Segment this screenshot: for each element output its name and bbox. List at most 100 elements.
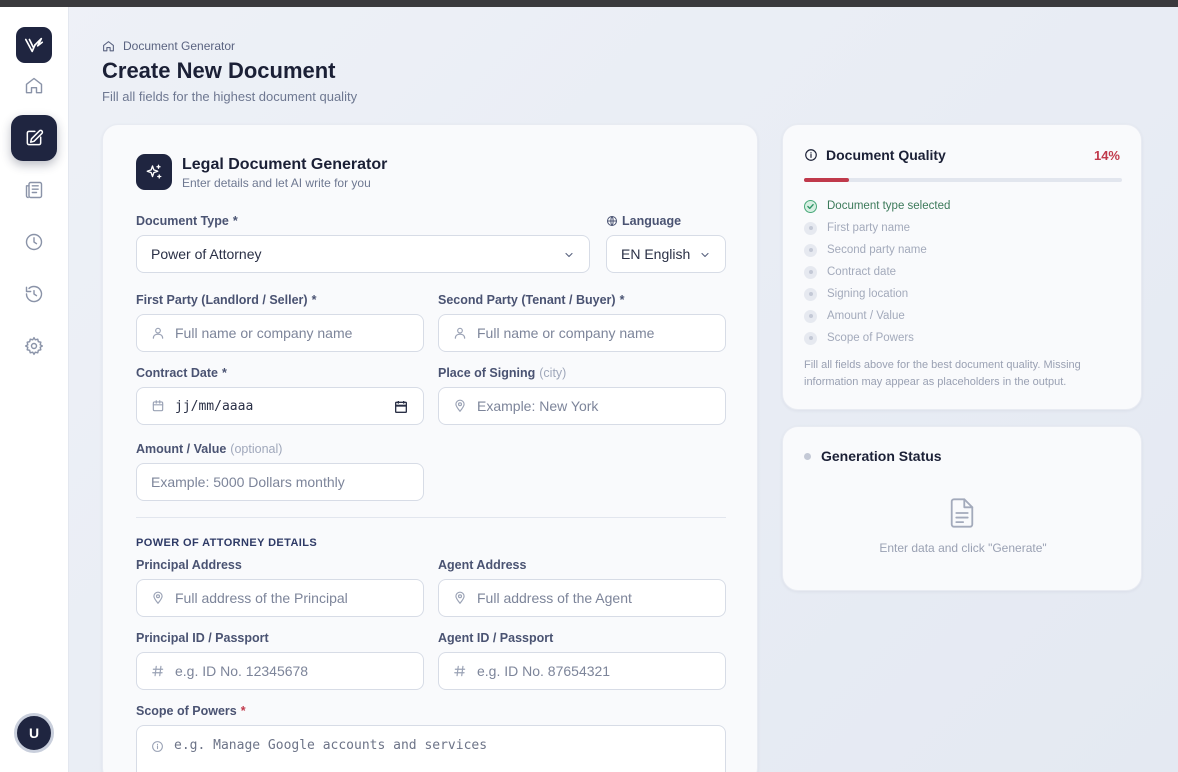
breadcrumb-label: Document Generator <box>123 39 236 53</box>
first-party-placeholder: Full name or company name <box>175 325 353 341</box>
principal-id-label: Principal ID / Passport <box>136 631 269 645</box>
user-avatar[interactable]: U <box>14 713 54 753</box>
sidebar-item-create-document[interactable] <box>11 115 57 161</box>
sidebar-item-documents[interactable] <box>11 167 57 213</box>
pending-dot-icon <box>804 265 817 279</box>
quality-item: First party name <box>804 217 950 239</box>
contract-date-input[interactable]: jj/mm/aaaa <box>136 387 424 425</box>
map-pin-icon <box>453 399 467 413</box>
quality-item-label: First party name <box>827 222 911 234</box>
quality-percent: 14% <box>1093 148 1120 163</box>
hash-icon <box>151 664 165 678</box>
window-top-bar <box>0 0 1178 7</box>
amount-label-text: Amount / Value <box>136 442 227 456</box>
status-dot <box>804 452 811 460</box>
document-form-card: Legal Document Generator Enter details a… <box>102 124 758 772</box>
sidebar-item-recent[interactable] <box>11 219 57 265</box>
first-party-label-text: First Party (Landlord / Seller) <box>136 293 308 307</box>
scope-placeholder: e.g. Manage Google accounts and services <box>174 738 488 753</box>
quality-item-label: Scope of Powers <box>827 332 914 344</box>
language-label: Language <box>606 214 681 228</box>
quality-header: Document Quality <box>804 147 946 163</box>
app-logo[interactable] <box>16 27 52 63</box>
second-party-label-text: Second Party (Tenant / Buyer) <box>438 293 616 307</box>
principal-id-placeholder: e.g. ID No. 12345678 <box>175 663 309 679</box>
first-party-label: First Party (Landlord / Seller) * <box>136 293 316 307</box>
home-icon[interactable] <box>102 40 115 53</box>
sidebar-item-home[interactable] <box>11 63 57 109</box>
quality-item: Amount / Value <box>804 305 950 327</box>
pending-dot-icon <box>804 331 817 345</box>
generator-title: Legal Document Generator <box>182 156 388 173</box>
info-icon <box>805 149 817 161</box>
status-title: Generation Status <box>821 448 942 464</box>
agent-id-placeholder: e.g. ID No. 87654321 <box>477 663 611 679</box>
generator-subtitle: Enter details and let AI write for you <box>182 176 371 190</box>
agent-id-label-text: Agent ID / Passport <box>438 631 554 645</box>
language-select[interactable]: EN English <box>606 235 726 273</box>
language-label-text: Language <box>622 214 682 228</box>
quality-progress-fill <box>804 178 849 182</box>
document-type-label-text: Document Type <box>136 214 229 228</box>
scope-label-text: Scope of Powers <box>136 704 237 718</box>
principal-id-label-text: Principal ID / Passport <box>136 631 269 645</box>
quality-item: Contract date <box>804 261 950 283</box>
sidebar-item-settings[interactable] <box>11 323 57 369</box>
principal-address-input[interactable]: Full address of the Principal <box>136 579 424 617</box>
hash-icon <box>453 664 467 678</box>
section-title: POWER OF ATTORNEY DETAILS <box>136 537 318 549</box>
section-divider <box>136 517 726 518</box>
principal-id-input[interactable]: e.g. ID No. 12345678 <box>136 652 424 690</box>
amount-placeholder: Example: 5000 Dollars monthly <box>151 474 345 490</box>
required-marker: * <box>619 293 625 307</box>
quality-item-label: Contract date <box>827 266 897 278</box>
agent-address-label: Agent Address <box>438 558 526 572</box>
globe-icon <box>607 216 617 226</box>
quality-item: Scope of Powers <box>804 327 950 349</box>
user-icon <box>453 326 467 340</box>
agent-id-label: Agent ID / Passport <box>438 631 553 645</box>
agent-address-input[interactable]: Full address of the Agent <box>438 579 726 617</box>
generation-status-card: Generation Status Enter data and click "… <box>782 426 1142 591</box>
place-hint: (city) <box>539 366 567 380</box>
principal-address-placeholder: Full address of the Principal <box>175 590 348 606</box>
principal-address-label-text: Principal Address <box>136 558 242 572</box>
map-pin-icon <box>453 591 467 605</box>
language-value: EN English <box>621 246 691 262</box>
gear-icon <box>24 336 44 356</box>
first-party-input[interactable]: Full name or company name <box>136 314 424 352</box>
document-type-label: Document Type * <box>136 214 238 228</box>
quality-title: Document Quality <box>826 147 946 163</box>
amount-input[interactable]: Example: 5000 Dollars monthly <box>136 463 424 501</box>
scope-of-powers-textarea[interactable]: e.g. Manage Google accounts and services <box>136 725 726 772</box>
generator-icon-box <box>136 154 172 190</box>
document-type-value: Power of Attorney <box>151 246 262 262</box>
place-placeholder: Example: New York <box>477 398 599 414</box>
quality-item-label: Signing location <box>827 288 909 300</box>
calendar-icon <box>151 399 165 413</box>
check-circle-icon <box>804 199 817 213</box>
quality-item-label: Document type selected <box>827 200 951 212</box>
quality-progress-bar <box>804 178 1122 182</box>
pending-dot-icon <box>804 309 817 323</box>
sidebar-item-history[interactable] <box>11 271 57 317</box>
breadcrumb: Document Generator <box>102 39 235 53</box>
agent-id-input[interactable]: e.g. ID No. 87654321 <box>438 652 726 690</box>
quality-item: Document type selected <box>804 195 950 217</box>
sparkles-icon <box>146 164 162 179</box>
second-party-input[interactable]: Full name or company name <box>438 314 726 352</box>
quality-item-label: Second party name <box>827 244 927 256</box>
place-of-signing-input[interactable]: Example: New York <box>438 387 726 425</box>
sidebar: U <box>0 7 69 772</box>
contract-date-label-text: Contract Date <box>136 366 218 380</box>
quality-item: Second party name <box>804 239 950 261</box>
quality-note: Fill all fields above for the best docum… <box>804 359 1081 388</box>
amount-label: Amount / Value (optional) <box>136 442 282 456</box>
map-pin-icon <box>151 591 165 605</box>
pending-dot-icon <box>804 243 817 257</box>
date-picker-icon[interactable] <box>393 399 409 415</box>
required-marker: * <box>221 366 227 380</box>
document-type-select[interactable]: Power of Attorney <box>136 235 590 273</box>
quality-item: Signing location <box>804 283 950 305</box>
home-icon <box>25 77 43 94</box>
